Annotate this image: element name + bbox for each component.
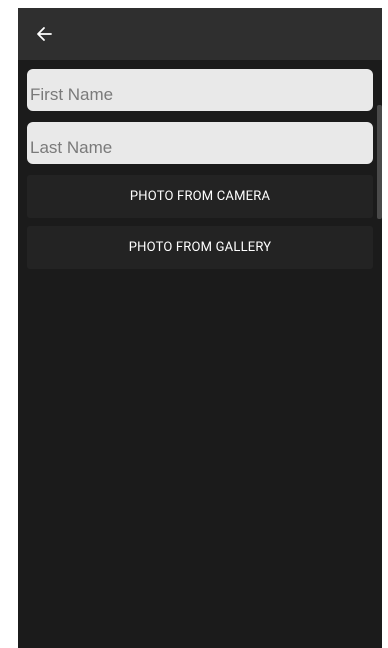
- back-button[interactable]: [28, 18, 60, 50]
- first-name-field[interactable]: [27, 69, 373, 111]
- photo-from-gallery-button[interactable]: PHOTO FROM GALLERY: [27, 226, 373, 269]
- last-name-field[interactable]: [27, 122, 373, 164]
- scrollbar[interactable]: [377, 105, 382, 219]
- first-name-input[interactable]: [30, 80, 370, 110]
- photo-from-camera-button[interactable]: PHOTO FROM CAMERA: [27, 175, 373, 218]
- app-screen: PHOTO FROM CAMERA PHOTO FROM GALLERY: [18, 8, 382, 648]
- arrow-left-icon: [36, 26, 52, 42]
- app-bar: [18, 8, 382, 60]
- last-name-input[interactable]: [30, 133, 370, 163]
